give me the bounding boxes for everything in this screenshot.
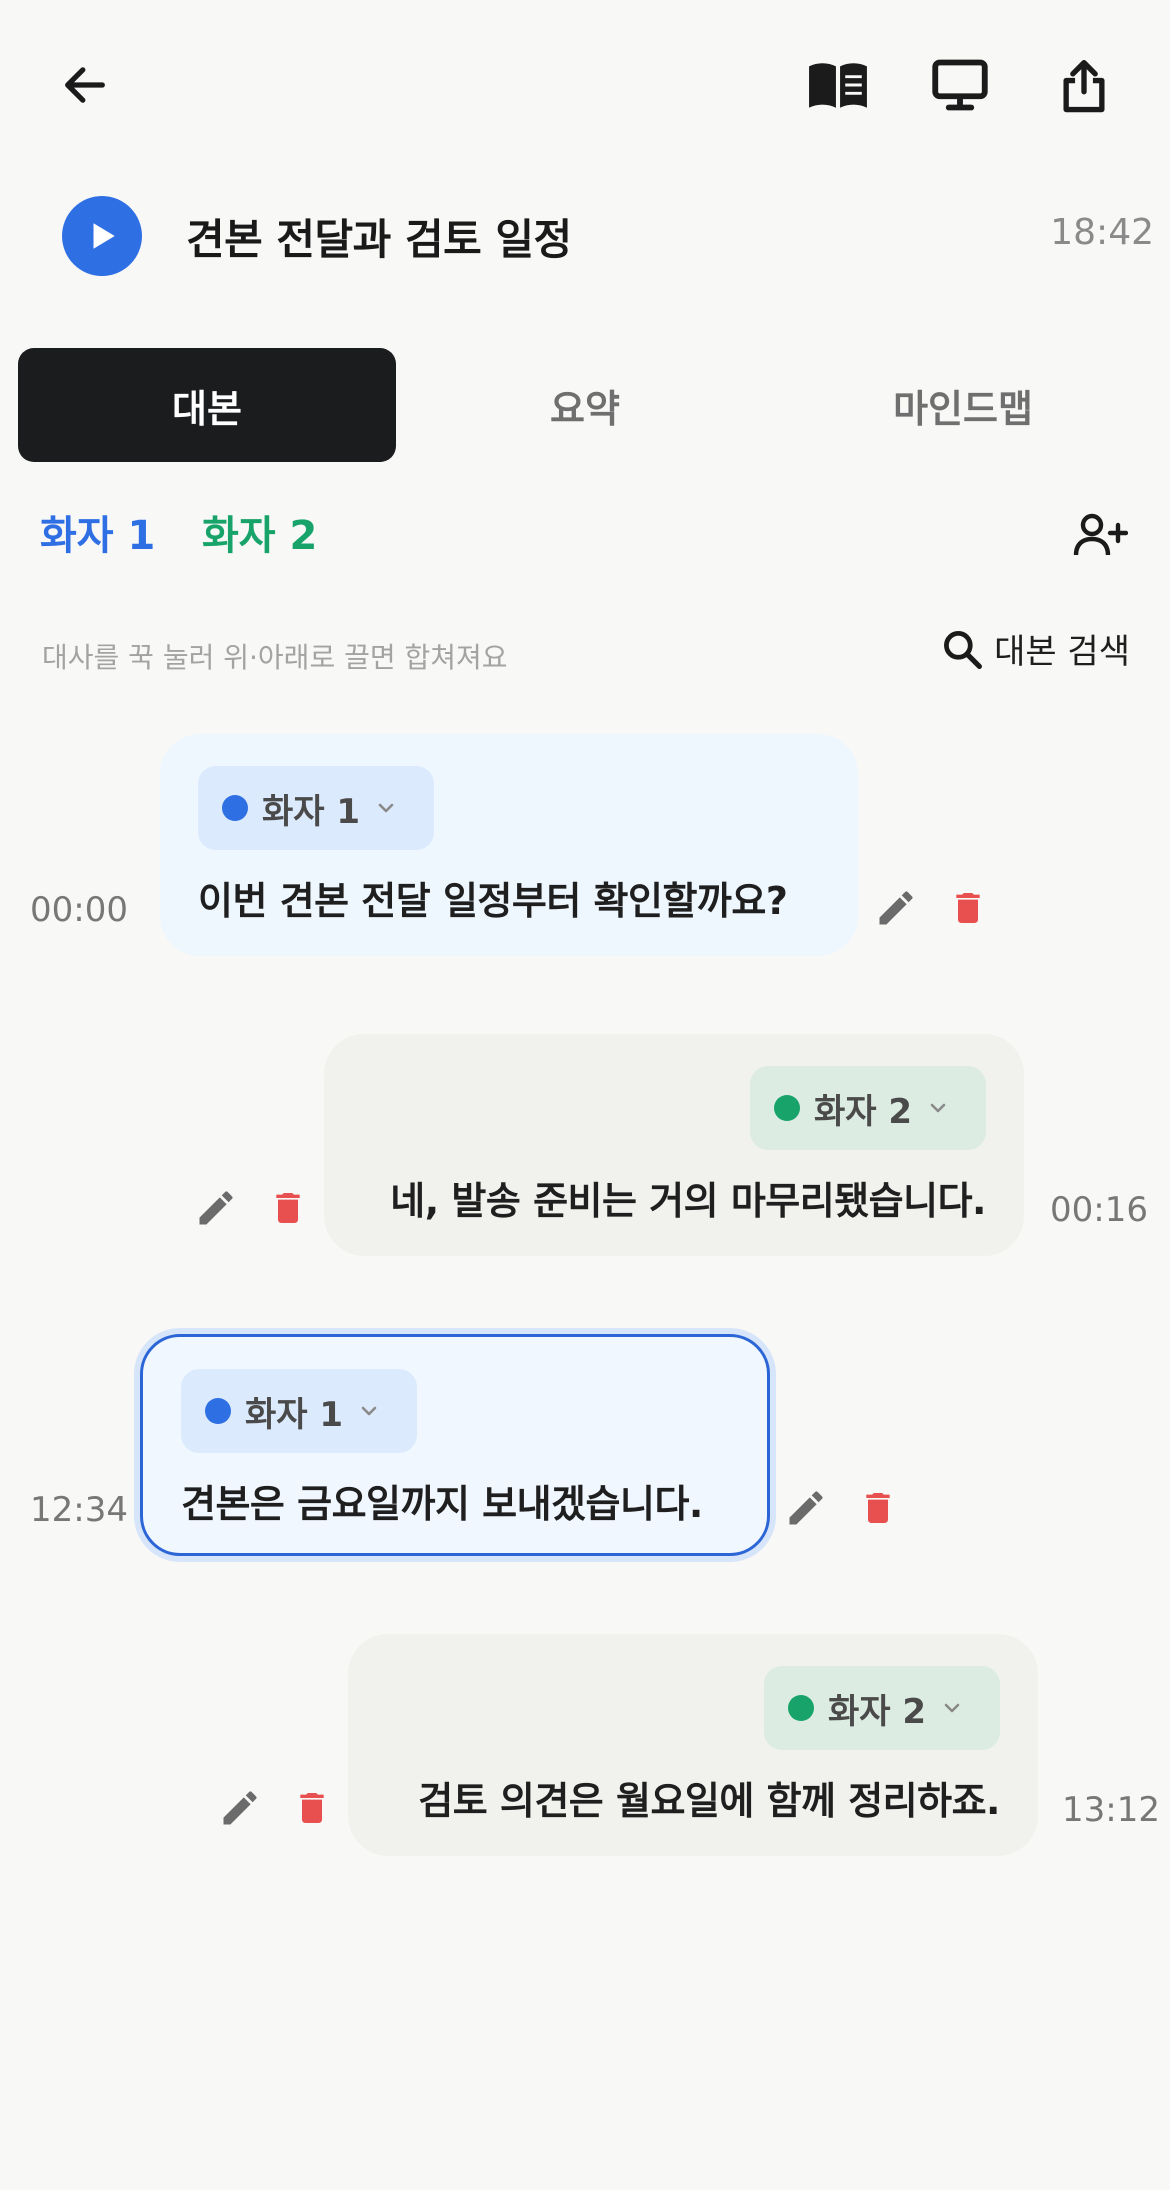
speaker-chip-label: 화자 1	[262, 791, 361, 832]
utterance-timestamp: 00:00	[30, 890, 128, 930]
trash-icon	[866, 1493, 890, 1523]
back-button[interactable]	[45, 45, 125, 125]
play-button[interactable]	[62, 196, 142, 276]
reader-mode-button[interactable]	[798, 45, 878, 125]
utterance-bubble-selected[interactable]: 화자 1 견본은 금요일까지 보내겠습니다.	[140, 1334, 770, 1556]
utterance-text: 이번 견본 전달 일정부터 확인할까요?	[198, 879, 788, 923]
utterance-bubble[interactable]: 화자 2 네, 발송 준비는 거의 마무리됐습니다.	[324, 1034, 1024, 1256]
tab-summary[interactable]: 요약	[396, 348, 774, 462]
speaker-chip[interactable]: 화자 2	[763, 1666, 1000, 1750]
utterance-timestamp: 12:34	[30, 1490, 128, 1530]
speaker-filter-1[interactable]: 화자 1	[40, 503, 155, 561]
delete-button[interactable]	[940, 880, 996, 936]
speaker-chip-label: 화자 2	[813, 1091, 912, 1132]
share-button[interactable]	[1044, 45, 1124, 125]
speaker-dot	[787, 1695, 814, 1721]
trash-icon	[956, 893, 980, 923]
speaker-chip[interactable]: 화자 2	[749, 1066, 986, 1150]
pencil-icon	[199, 1191, 233, 1225]
utterance-timestamp: 00:16	[1050, 1190, 1148, 1230]
speaker-chip-label: 화자 2	[827, 1691, 926, 1732]
recording-title: 견본 전달과 검토 일정	[186, 215, 572, 264]
play-icon	[93, 223, 115, 249]
delete-button[interactable]	[284, 1780, 340, 1836]
speaker-chip[interactable]: 화자 1	[181, 1369, 418, 1453]
chevron-down-icon	[944, 1703, 960, 1713]
search-icon	[944, 630, 983, 669]
edit-button[interactable]	[212, 1780, 268, 1836]
add-speaker-button[interactable]	[1060, 500, 1140, 570]
speaker-dot	[222, 795, 248, 821]
tab-transcript[interactable]: 대본	[18, 348, 396, 462]
delete-button[interactable]	[850, 1480, 906, 1536]
trash-icon	[300, 1793, 324, 1823]
book-icon	[809, 63, 867, 108]
tab-mindmap[interactable]: 마인드맵	[774, 348, 1152, 462]
add-person-icon	[1073, 513, 1128, 556]
utterance-text: 견본은 금요일까지 보내겠습니다.	[181, 1482, 703, 1526]
present-button[interactable]	[920, 45, 1000, 125]
utterance-bubble[interactable]: 화자 2 검토 의견은 월요일에 함께 정리하죠.	[348, 1634, 1038, 1856]
chevron-down-icon	[361, 1406, 377, 1416]
arrow-left-icon	[65, 67, 105, 103]
edit-button[interactable]	[188, 1180, 244, 1236]
speaker-chip[interactable]: 화자 1	[198, 766, 435, 850]
transcript-search-button[interactable]: 대본 검색	[940, 624, 1130, 673]
edit-button[interactable]	[868, 880, 924, 936]
pencil-icon	[789, 1491, 823, 1525]
share-icon	[1063, 60, 1105, 113]
utterance-timestamp: 13:12	[1062, 1790, 1160, 1830]
delete-button[interactable]	[260, 1180, 316, 1236]
monitor-icon	[932, 59, 988, 111]
chevron-down-icon	[378, 803, 394, 813]
recording-duration: 18:42	[1050, 212, 1154, 253]
utterance-text: 검토 의견은 월요일에 함께 정리하죠.	[418, 1779, 1000, 1823]
speaker-filter-2[interactable]: 화자 2	[202, 503, 317, 561]
pencil-icon	[879, 891, 913, 925]
pencil-icon	[223, 1791, 257, 1825]
speaker-chip-label: 화자 1	[245, 1394, 344, 1435]
trash-icon	[276, 1193, 300, 1223]
edit-button[interactable]	[778, 1480, 834, 1536]
merge-hint: 대사를 꾹 눌러 위·아래로 끌면 합쳐져요	[42, 641, 508, 674]
chevron-down-icon	[930, 1103, 946, 1113]
speaker-dot	[205, 1398, 231, 1424]
utterance-text: 네, 발송 준비는 거의 마무리됐습니다.	[390, 1179, 986, 1223]
search-label: 대본 검색	[994, 632, 1130, 672]
utterance-bubble[interactable]: 화자 1 이번 견본 전달 일정부터 확인할까요?	[160, 734, 858, 956]
speaker-dot	[773, 1095, 800, 1121]
